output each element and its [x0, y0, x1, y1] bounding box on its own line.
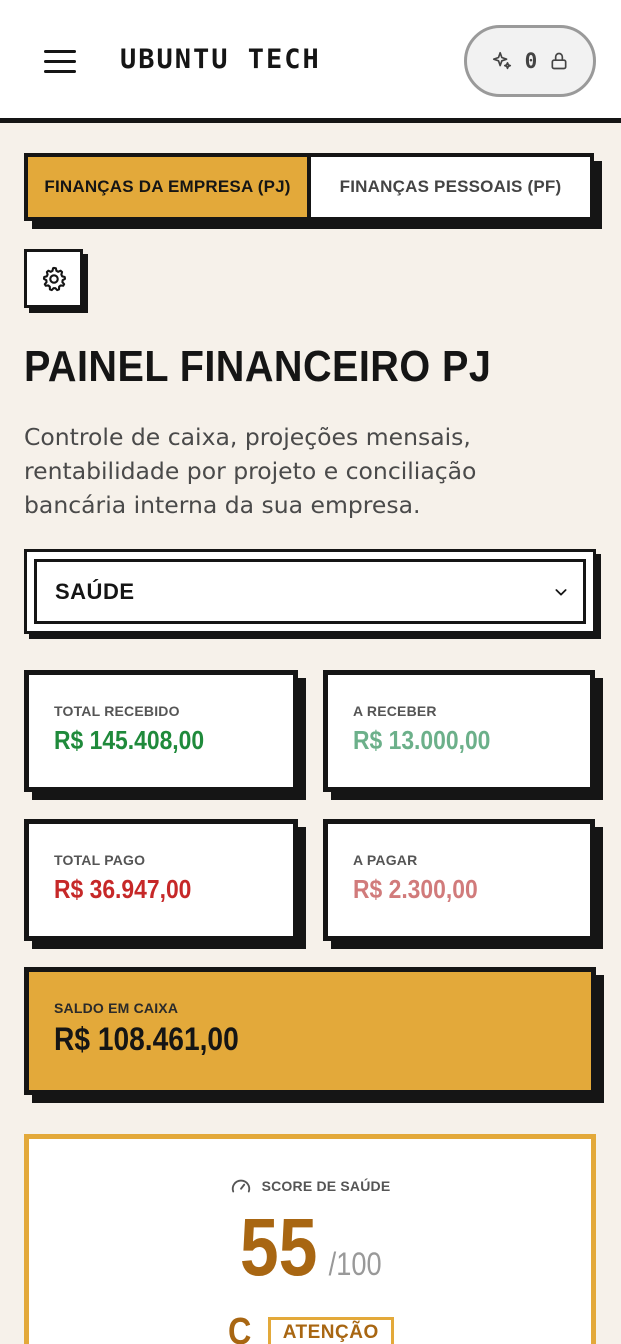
card-value: R$ 13.000,00	[353, 725, 491, 755]
score-label: SCORE DE SAÚDE	[261, 1178, 391, 1194]
gear-icon	[42, 266, 66, 291]
tab-empresa-pj[interactable]: FINANÇAS DA EMPRESA (PJ)	[28, 157, 311, 217]
top-header: UBUNTU TECH 0	[0, 0, 621, 123]
settings-button[interactable]	[24, 249, 83, 308]
card-value: R$ 2.300,00	[353, 874, 478, 904]
page-description: Controle de caixa, projeções mensais, re…	[24, 423, 477, 519]
score-grade: C	[228, 1311, 252, 1344]
score-value: 55	[240, 1202, 318, 1293]
grade-row: C ATENÇÃO	[29, 1311, 591, 1344]
card-a-receber: A RECEBER R$ 13.000,00	[323, 670, 595, 792]
tab-pessoais-pf[interactable]: FINANÇAS PESSOAIS (PF)	[311, 157, 590, 217]
gauge-icon	[231, 1179, 250, 1193]
hamburger-icon	[44, 50, 76, 53]
status-badge: ATENÇÃO	[267, 1316, 394, 1344]
card-label: TOTAL PAGO	[54, 852, 146, 868]
card-value: R$ 145.408,00	[54, 725, 205, 755]
score-value-row: 55/100	[29, 1201, 591, 1295]
card-saldo-em-caixa: SALDO EM CAIXA R$ 108.461,00	[24, 967, 596, 1095]
page-title: PAINEL FINANCEIRO PJ	[24, 342, 492, 391]
card-label: A RECEBER	[353, 703, 437, 719]
chevron-down-icon	[555, 588, 567, 596]
credits-count: 0	[524, 49, 538, 73]
category-select[interactable]: SAÚDE	[34, 559, 586, 624]
finance-tabs: FINANÇAS DA EMPRESA (PJ) FINANÇAS PESSOA…	[24, 153, 594, 221]
card-total-recebido: TOTAL RECEBIDO R$ 145.408,00	[24, 670, 298, 792]
score-header: SCORE DE SAÚDE	[29, 1175, 591, 1197]
category-select-value: SAÚDE	[55, 578, 135, 604]
menu-button[interactable]	[44, 50, 76, 74]
card-label: A PAGAR	[353, 852, 418, 868]
card-label: TOTAL RECEBIDO	[54, 703, 180, 719]
brand-logo[interactable]: UBUNTU TECH	[120, 44, 321, 75]
card-label: SALDO EM CAIXA	[54, 1000, 179, 1016]
card-a-pagar: A PAGAR R$ 2.300,00	[323, 819, 595, 941]
card-total-pago: TOTAL PAGO R$ 36.947,00	[24, 819, 298, 941]
sparkle-icon	[492, 51, 511, 70]
card-value: R$ 108.461,00	[54, 1021, 239, 1057]
category-select-wrapper: SAÚDE	[24, 549, 596, 634]
score-max: /100	[329, 1246, 383, 1282]
credits-pill[interactable]: 0	[464, 25, 596, 97]
card-value: R$ 36.947,00	[54, 874, 192, 904]
lock-icon	[551, 52, 567, 70]
health-score-card: SCORE DE SAÚDE 55/100 C ATENÇÃO	[24, 1134, 596, 1344]
